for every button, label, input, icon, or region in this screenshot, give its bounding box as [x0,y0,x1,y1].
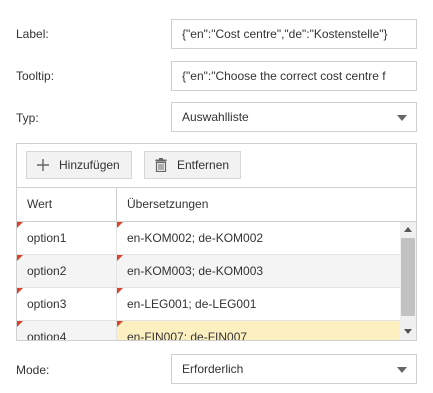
type-label: Typ: [16,111,39,125]
add-button-label: Hinzufügen [59,158,120,172]
translations-text: en-FIN007; de-FIN007 [127,330,248,340]
options-grid: Hinzufügen Entfernen Wert Übersetzungen … [16,143,417,341]
grid-header: Wert Übersetzungen [17,188,416,222]
dirty-marker [17,255,23,261]
chevron-down-icon [397,115,407,121]
translations-cell[interactable]: en-KOM002; de-KOM002 [117,222,400,254]
translations-cell-selected[interactable]: en-FIN007; de-FIN007 [117,321,400,340]
dirty-marker [117,222,123,228]
column-header-translations[interactable]: Übersetzungen [117,188,400,221]
scrollbar-thumb[interactable] [401,238,415,316]
tooltip-input[interactable]: {"en":"Choose the correct cost centre f [171,61,417,91]
type-select[interactable]: Auswahlliste [171,102,417,132]
value-cell[interactable]: option4 [17,321,117,340]
translations-cell[interactable]: en-KOM003; de-KOM003 [117,255,400,287]
table-row[interactable]: option2 en-KOM003; de-KOM003 [17,255,400,288]
dirty-marker [17,321,23,327]
value-text: option3 [27,297,67,311]
add-button[interactable]: Hinzufügen [26,151,132,179]
vertical-scrollbar[interactable] [400,222,416,340]
label-label: Label: [16,27,49,41]
translations-text: en-KOM003; de-KOM003 [127,264,264,278]
value-text: option2 [27,264,67,278]
mode-select-value: Erforderlich [182,362,244,376]
remove-button[interactable]: Entfernen [144,151,242,179]
value-cell[interactable]: option3 [17,288,117,320]
tooltip-label: Tooltip: [16,69,55,83]
trash-icon [155,158,167,172]
table-row[interactable]: option3 en-LEG001; de-LEG001 [17,288,400,321]
dirty-marker [117,288,123,294]
value-cell[interactable]: option1 [17,222,117,254]
translations-text: en-KOM002; de-KOM002 [127,231,264,245]
plus-icon [37,159,49,171]
scroll-up-icon[interactable] [404,227,412,232]
table-row[interactable]: option4 en-FIN007; de-FIN007 [17,321,400,340]
table-row[interactable]: option1 en-KOM002; de-KOM002 [17,222,400,255]
remove-button-label: Entfernen [177,158,230,172]
chevron-down-icon [397,367,407,373]
value-cell[interactable]: option2 [17,255,117,287]
dirty-marker [117,255,123,261]
mode-label: Mode: [16,363,50,377]
dirty-marker [17,222,23,228]
grid-body: option1 en-KOM002; de-KOM002 option2 en-… [17,222,400,340]
translations-text: en-LEG001; de-LEG001 [127,297,257,311]
dirty-marker [17,288,23,294]
mode-select[interactable]: Erforderlich [171,354,417,384]
label-input[interactable]: {"en":"Cost centre","de":"Kostenstelle"} [171,19,417,49]
grid-toolbar: Hinzufügen Entfernen [17,144,416,188]
column-header-wert[interactable]: Wert [17,188,116,221]
value-text: option4 [27,330,67,340]
type-select-value: Auswahlliste [182,110,249,124]
translations-cell[interactable]: en-LEG001; de-LEG001 [117,288,400,320]
value-text: option1 [27,231,67,245]
scroll-down-icon[interactable] [404,329,412,334]
dirty-marker [117,321,123,327]
